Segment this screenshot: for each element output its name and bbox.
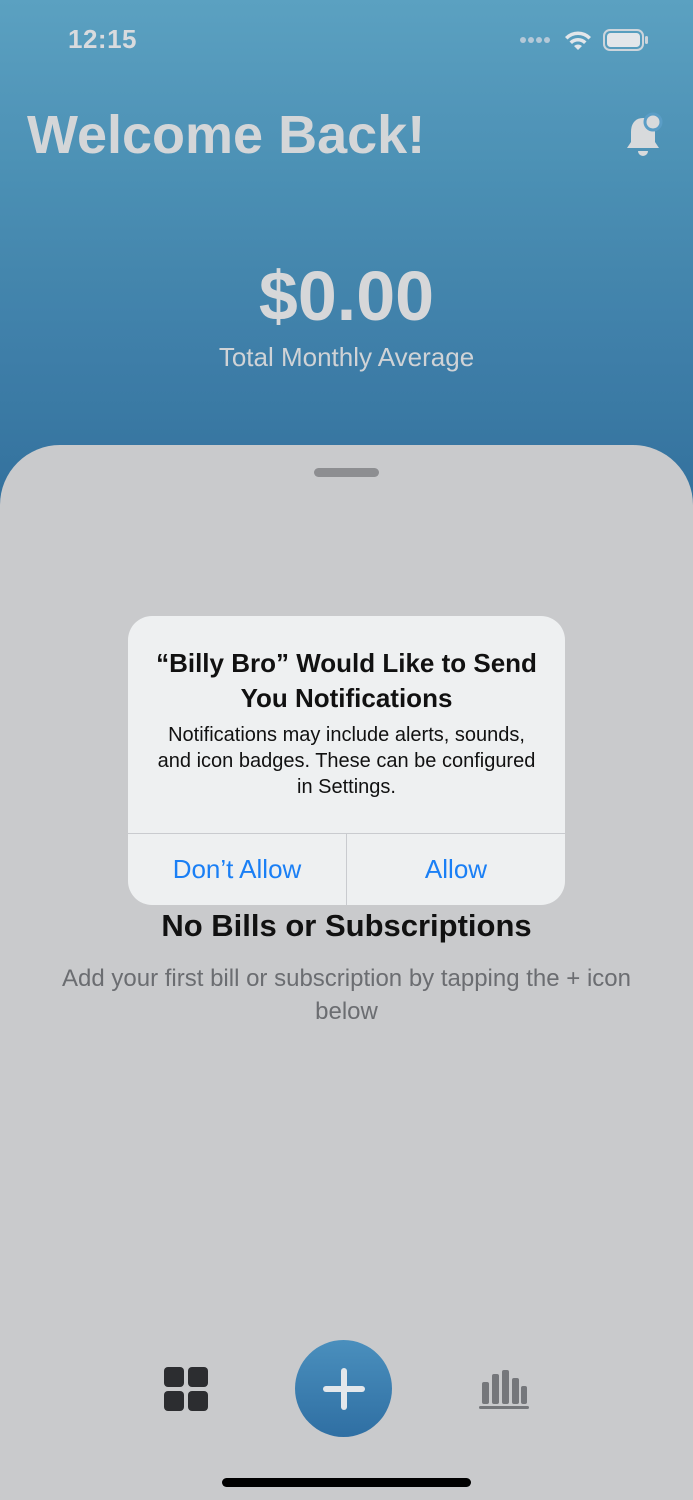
alert-title: “Billy Bro” Would Like to Send You Notif… <box>156 648 537 713</box>
page-title: Welcome Back! <box>27 105 426 165</box>
status-time: 12:15 <box>68 24 137 54</box>
home-indicator[interactable] <box>222 1478 471 1487</box>
dashboard-grid-icon[interactable] <box>163 1366 209 1412</box>
battery-icon <box>603 29 648 51</box>
wifi-icon <box>565 31 591 50</box>
bell-badge-icon[interactable] <box>623 112 663 160</box>
monthly-average-label: Total Monthly Average <box>218 342 475 372</box>
allow-button[interactable]: Allow <box>347 834 565 905</box>
sheet-grabber[interactable] <box>314 468 379 477</box>
alert-message: Notifications may include alerts, sounds… <box>157 724 536 798</box>
monthly-average-amount: $0.00 <box>258 257 435 335</box>
add-bill-button[interactable] <box>295 1340 392 1437</box>
plus-icon <box>322 1367 365 1410</box>
status-bar: 12:15 <box>0 0 693 80</box>
status-icons <box>519 28 649 52</box>
dont-allow-button[interactable]: Don’t Allow <box>128 834 346 905</box>
cellular-dots-icon <box>520 37 550 43</box>
empty-state-description: Add your first bill or subscription by t… <box>62 965 631 1025</box>
empty-state-title: No Bills or Subscriptions <box>161 908 532 943</box>
screen: 12:15 Welcome Back! $0.00 Total Monthly … <box>0 0 693 1500</box>
bar-chart-icon[interactable] <box>478 1368 530 1410</box>
notification-permission-alert: “Billy Bro” Would Like to Send You Notif… <box>128 616 565 905</box>
